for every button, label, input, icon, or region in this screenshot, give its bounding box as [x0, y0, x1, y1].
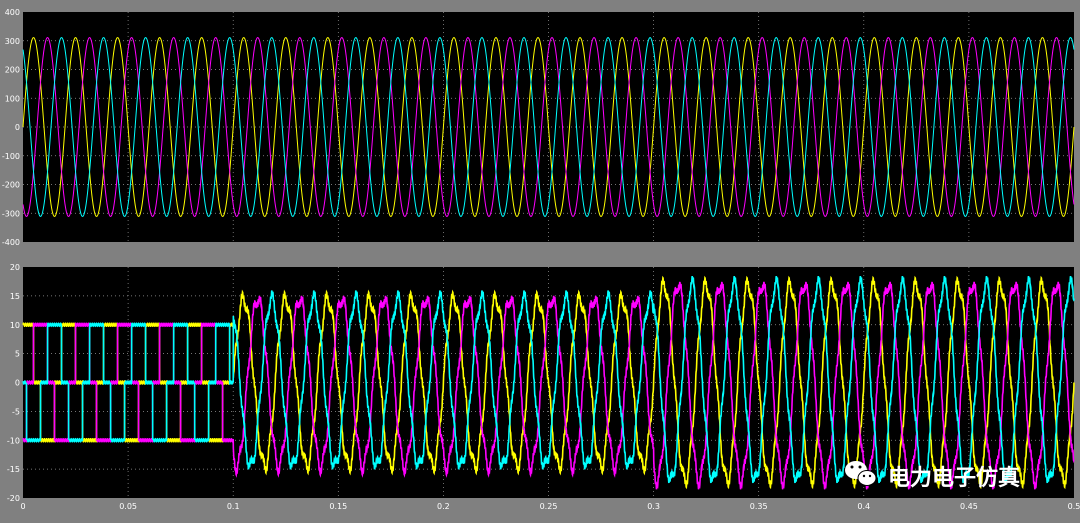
- y-tick-label: -400: [2, 238, 20, 247]
- y-tick-label: 20: [10, 263, 20, 272]
- scope-window: -400-300-200-1000100200300400 -20-15-10-…: [0, 0, 1080, 523]
- y-tick-label: -10: [7, 436, 20, 445]
- y-tick-label: -300: [2, 209, 20, 218]
- y-tick-label: -200: [2, 181, 20, 190]
- y-tick-label: 10: [10, 321, 20, 330]
- y-tick-label: -15: [7, 465, 20, 474]
- x-tick-label: 0.2: [437, 502, 450, 511]
- x-tick-label: 0.5: [1068, 502, 1080, 511]
- x-tick-label: 0.35: [750, 502, 768, 511]
- y-tick-label: 0: [15, 379, 20, 388]
- y-tick-label: 300: [5, 37, 20, 46]
- x-tick-label: 0.3: [647, 502, 660, 511]
- top-axes: -400 -300 -200 -100 0 100 200 300 400: [2, 8, 1075, 247]
- y-tick-label: 400: [5, 8, 20, 17]
- x-tick-label: 0: [20, 502, 25, 511]
- y-tick-label: 5: [15, 350, 20, 359]
- x-tick-label: 0.4: [857, 502, 870, 511]
- y-tick-label: 100: [5, 94, 20, 103]
- y-tick-label: -20: [7, 494, 20, 503]
- y-tick-label: 0: [15, 123, 20, 132]
- x-tick-label: 0.45: [960, 502, 978, 511]
- y-tick-label: -5: [12, 407, 20, 416]
- y-tick-label: 200: [5, 66, 20, 75]
- y-tick-label: -100: [2, 152, 20, 161]
- x-tick-label: 0.1: [227, 502, 240, 511]
- x-tick-label: 0.25: [540, 502, 558, 511]
- y-tick-label: 15: [10, 292, 20, 301]
- watermark-text: 电力电子仿真: [888, 465, 1020, 491]
- x-tick-label: 0.05: [119, 502, 137, 511]
- x-tick-label: 0.15: [329, 502, 347, 511]
